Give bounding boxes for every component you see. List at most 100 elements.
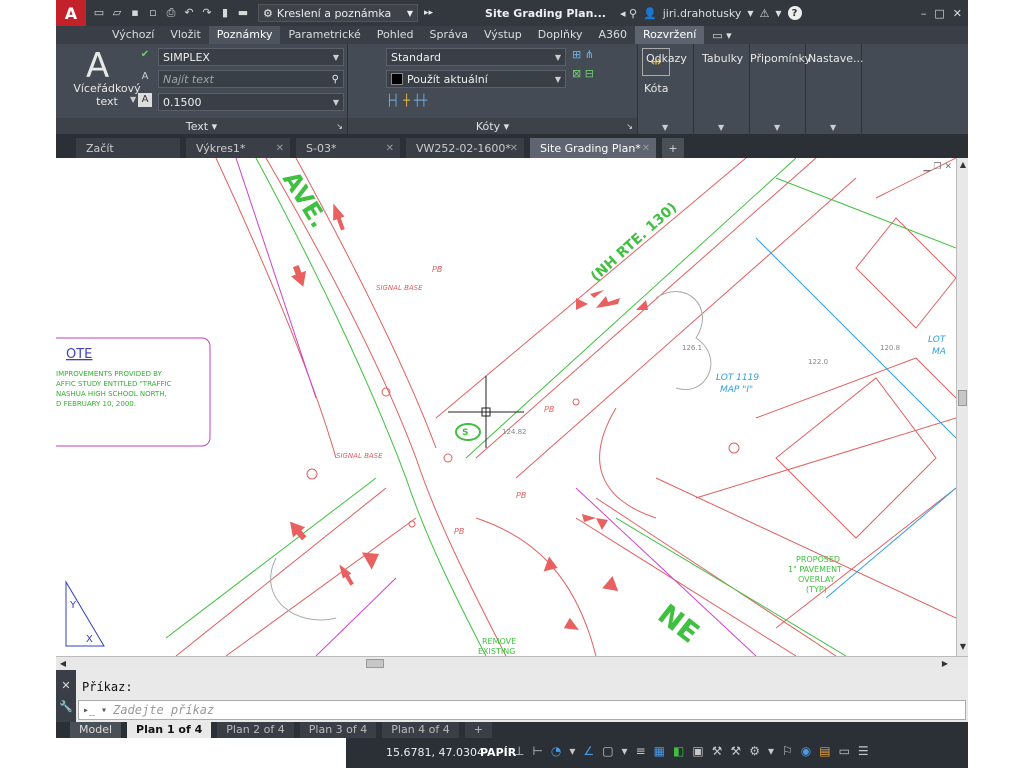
cursor-coordinates[interactable]: 15.6781, 47.0304	[386, 746, 484, 759]
match-icon[interactable]: ▮	[218, 6, 232, 20]
command-input[interactable]: ▸_ ▾ Zadejte příkaz	[78, 700, 966, 720]
user-name[interactable]: jiri.drahotusky	[663, 7, 742, 20]
help-icon[interactable]: ?	[787, 6, 802, 20]
annotation-scale-icon[interactable]: ⚒	[712, 744, 723, 758]
close-icon[interactable]: ✕	[386, 143, 394, 154]
paper-space-toggle[interactable]: PAPÍR	[480, 746, 516, 759]
restore-viewport-icon[interactable]: ❐	[933, 162, 941, 172]
expand-icon[interactable]: ▸▸	[424, 8, 433, 18]
file-tab[interactable]: Výkres1* ✕	[186, 138, 290, 158]
close-icon[interactable]: ✕	[642, 143, 650, 154]
print-icon[interactable]: ⎙	[164, 6, 178, 20]
viewport-controls[interactable]: ▁ ❐ ✕	[923, 162, 952, 172]
spellcheck-icon[interactable]: ✔	[138, 48, 152, 62]
close-icon[interactable]: ✕	[510, 143, 518, 154]
tab-plan-3[interactable]: Plan 3 of 4	[299, 722, 377, 738]
text-height-select[interactable]: 0.1500 ▼	[158, 93, 344, 111]
leaders-panel[interactable]: Odkazy ▼	[638, 44, 694, 134]
chevron-down-icon[interactable]: ▼	[747, 9, 753, 18]
tab-vlozit[interactable]: Vložit	[162, 26, 208, 44]
user-icon[interactable]: 👤	[643, 7, 657, 20]
command-prompt-icon[interactable]: ▸_ ▾	[83, 705, 107, 716]
redo-icon[interactable]: ↷	[200, 6, 214, 20]
chevron-down-icon[interactable]: ▾	[622, 744, 628, 758]
scroll-up-icon[interactable]: ▲	[958, 160, 968, 170]
clean-screen-icon[interactable]: ▭	[839, 744, 850, 758]
chevron-down-icon[interactable]: ▾	[768, 744, 774, 758]
markups-panel[interactable]: Připomínky ▼	[750, 44, 811, 134]
minimize-button[interactable]: –	[921, 7, 927, 20]
scroll-down-icon[interactable]: ▼	[958, 642, 968, 652]
tab-sprava[interactable]: Správa	[422, 26, 476, 44]
polar-icon[interactable]: ◔	[551, 744, 561, 758]
tab-model[interactable]: Model	[70, 722, 122, 738]
hardware-acceleration-icon[interactable]: ◉	[801, 744, 811, 758]
search-icon[interactable]: ◂ ⚲	[620, 7, 637, 20]
tab-a360[interactable]: A360	[590, 26, 635, 44]
tab-rozvrzeni[interactable]: Rozvržení	[635, 26, 705, 44]
lineweight-icon[interactable]: ≡	[636, 744, 646, 758]
undo-icon[interactable]: ↶	[182, 6, 196, 20]
dimensions-panel-footer[interactable]: Kóty ▾ ↘	[348, 118, 637, 134]
file-tab[interactable]: VW252-02-1600* ✕	[406, 138, 524, 158]
tab-pohled[interactable]: Pohled	[369, 26, 422, 44]
drawing-viewport[interactable]: OTE IMPROVEMENTS PROVIDED BY AFFIC STUDY…	[56, 158, 956, 656]
tab-parametricke[interactable]: Parametrické	[280, 26, 368, 44]
scroll-thumb[interactable]	[958, 390, 967, 406]
snap-icon[interactable]: ⊢	[532, 744, 542, 758]
annotation-visibility-icon[interactable]: ⚒	[730, 744, 741, 758]
scroll-right-icon[interactable]: ▶	[940, 658, 950, 669]
find-icon[interactable]: ⚲	[332, 74, 339, 85]
multiline-text-icon[interactable]: A	[86, 46, 109, 86]
wrench-icon[interactable]: 🔧	[59, 700, 73, 713]
dim-layer-select[interactable]: Použít aktuální ▼	[386, 70, 566, 88]
tab-plan-1[interactable]: Plan 1 of 4	[127, 722, 212, 738]
close-icon[interactable]: ✕	[276, 143, 284, 154]
tab-vystup[interactable]: Výstup	[476, 26, 530, 44]
isodraft-icon[interactable]: ∠	[583, 744, 594, 758]
chevron-down-icon[interactable]: ▾	[569, 744, 575, 758]
jog-icon[interactable]: ⊠ ⊟	[572, 67, 594, 80]
tab-vychozi[interactable]: Výchozí	[104, 26, 162, 44]
tab-plan-4[interactable]: Plan 4 of 4	[382, 722, 459, 738]
grid-icon[interactable]: ⊥	[514, 744, 524, 758]
command-line-grip[interactable]: ✕ 🔧	[56, 670, 76, 722]
app-store-icon[interactable]: ⚠	[760, 7, 770, 20]
annotation-icon[interactable]: ⚐	[782, 744, 793, 758]
save-as-icon[interactable]: ▫	[146, 6, 160, 20]
customization-icon[interactable]: ☰	[858, 744, 869, 758]
tab-poznamky[interactable]: Poznámky	[208, 26, 281, 44]
layout-icon[interactable]: ▬	[236, 6, 250, 20]
continue-dim-icon[interactable]: ├┤	[386, 94, 399, 107]
find-text-input[interactable]: Najít text ⚲	[158, 70, 344, 88]
add-layout-button[interactable]: +	[464, 722, 492, 738]
vertical-scrollbar[interactable]: ▲ ▼	[956, 158, 968, 656]
close-icon[interactable]: ✕	[61, 679, 70, 692]
dim-style-select[interactable]: Standard ▼	[386, 48, 566, 66]
workspace-select[interactable]: ⚙ Kreslení a poznámka ▼	[258, 4, 418, 22]
ribbon-options-icon[interactable]: ▭ ▾	[712, 29, 731, 42]
save-icon[interactable]: ▪	[128, 6, 142, 20]
open-file-icon[interactable]: ▱	[110, 6, 124, 20]
close-button[interactable]: ✕	[953, 7, 962, 20]
horizontal-scrollbar[interactable]: ◀ ▶	[56, 656, 968, 670]
osnap-icon[interactable]: ▢	[602, 744, 613, 758]
adjust-space-icon[interactable]: ┼┼	[414, 94, 427, 107]
file-tab[interactable]: S-03* ✕	[296, 138, 400, 158]
chevron-down-icon[interactable]: ▼	[130, 95, 136, 104]
text-scale-icon[interactable]: A	[138, 70, 152, 84]
inspect-icon[interactable]: ⊞ ⋔	[572, 48, 594, 61]
annotation-monitor-icon[interactable]: ▣	[692, 744, 703, 758]
scroll-left-icon[interactable]: ◀	[58, 658, 68, 669]
tables-panel[interactable]: Tabulky ▼	[694, 44, 750, 134]
close-viewport-icon[interactable]: ✕	[944, 162, 952, 172]
dialog-launcher-icon[interactable]: ↘	[626, 122, 633, 131]
tab-doplnky[interactable]: Doplňky	[530, 26, 591, 44]
break-dim-icon[interactable]: ┼	[403, 94, 410, 107]
file-tab-start[interactable]: Začít	[76, 138, 180, 158]
text-style-select[interactable]: SIMPLEX ▼	[158, 48, 344, 66]
text-height-icon[interactable]: A	[138, 93, 152, 107]
dialog-launcher-icon[interactable]: ↘	[336, 122, 343, 131]
settings-panel[interactable]: Nastave... ▼	[806, 44, 864, 134]
chevron-down-icon[interactable]: ▼	[775, 9, 781, 18]
